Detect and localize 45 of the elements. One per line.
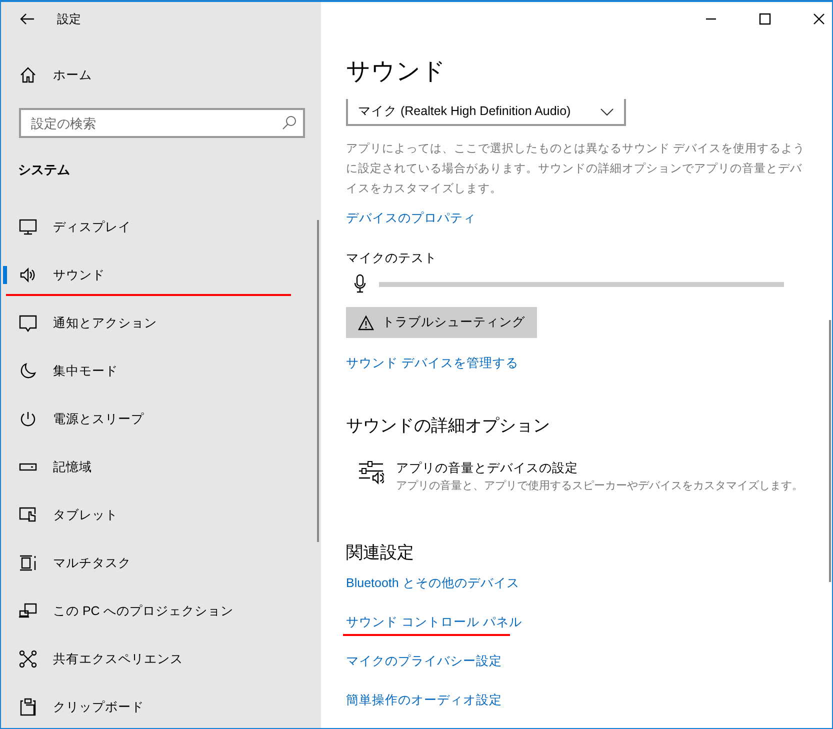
home-icon	[18, 65, 38, 85]
display-icon	[18, 217, 38, 237]
link[interactable]: サウンド コントロール パネル	[346, 615, 522, 629]
description-text: アプリによっては、ここで選択したものとは異なるサウンド デバイスを使用するように設定されている場合があります。サウンドの詳細オプションでアプリの音量とデバイスをカスタマイズします。	[346, 141, 806, 197]
troubleshoot-button[interactable]: トラブルシューティング	[346, 307, 537, 338]
device-dropdown[interactable]: マイク (Realtek High Definition Audio)	[346, 99, 626, 126]
search-icon	[281, 115, 297, 131]
link[interactable]: 簡単操作のオーディオ設定	[346, 693, 502, 707]
home-link[interactable]: ホーム	[1, 58, 321, 92]
link[interactable]: デバイスのプロパティ	[346, 211, 476, 225]
clipboard-icon	[18, 697, 38, 717]
section-heading: 関連設定	[346, 542, 415, 564]
link[interactable]: Bluetooth とその他のデバイス	[346, 576, 520, 590]
multitask-icon	[18, 553, 38, 573]
maximize-icon[interactable]	[759, 13, 771, 25]
section-heading: システム	[17, 161, 71, 179]
sidebar-item[interactable]: この PC へのプロジェクション	[1, 587, 321, 635]
page-title: サウンド	[346, 57, 447, 87]
sidebar-item[interactable]: 集中モード	[1, 347, 321, 395]
chevron-down-icon	[600, 108, 614, 116]
sidebar-item[interactable]: 電源とスリープ	[1, 395, 321, 443]
warning-icon	[358, 314, 374, 330]
network-icon	[18, 649, 38, 669]
sidebar-item[interactable]: ディスプレイ	[1, 203, 321, 251]
sliders-speaker-icon	[358, 461, 384, 485]
close-icon[interactable]	[813, 13, 825, 25]
microphone-icon	[353, 274, 367, 294]
back-arrow-icon[interactable]	[19, 11, 35, 27]
section-heading: サウンドの詳細オプション	[346, 415, 551, 437]
sidebar-item[interactable]: サウンド	[1, 251, 321, 299]
sidebar-item[interactable]: 通知とアクション	[1, 299, 321, 347]
app-volume-setting[interactable]: アプリの音量とデバイスの設定 アプリの音量と、アプリで使用するスピーカーやデバイスをカスタマイズします。	[346, 458, 832, 494]
sidebar-item[interactable]: 共有エクスペリエンス	[1, 635, 321, 683]
window-title: 設定	[57, 10, 81, 28]
moon-icon	[18, 361, 38, 381]
speech-bubble-icon	[18, 313, 38, 333]
link[interactable]: サウンド デバイスを管理する	[346, 356, 518, 370]
sidebar-item[interactable]: タブレット	[1, 491, 321, 539]
mic-test-label: マイクのテスト	[346, 250, 438, 267]
link[interactable]: マイクのプライバシー設定	[346, 654, 502, 668]
sidebar-item[interactable]: マルチタスク	[1, 539, 321, 587]
sidebar-item[interactable]: 記憶域	[1, 443, 321, 491]
power-icon	[18, 409, 38, 429]
sidebar-item[interactable]: クリップボード	[1, 683, 321, 728]
search-field[interactable]: 設定の検索	[19, 108, 305, 138]
